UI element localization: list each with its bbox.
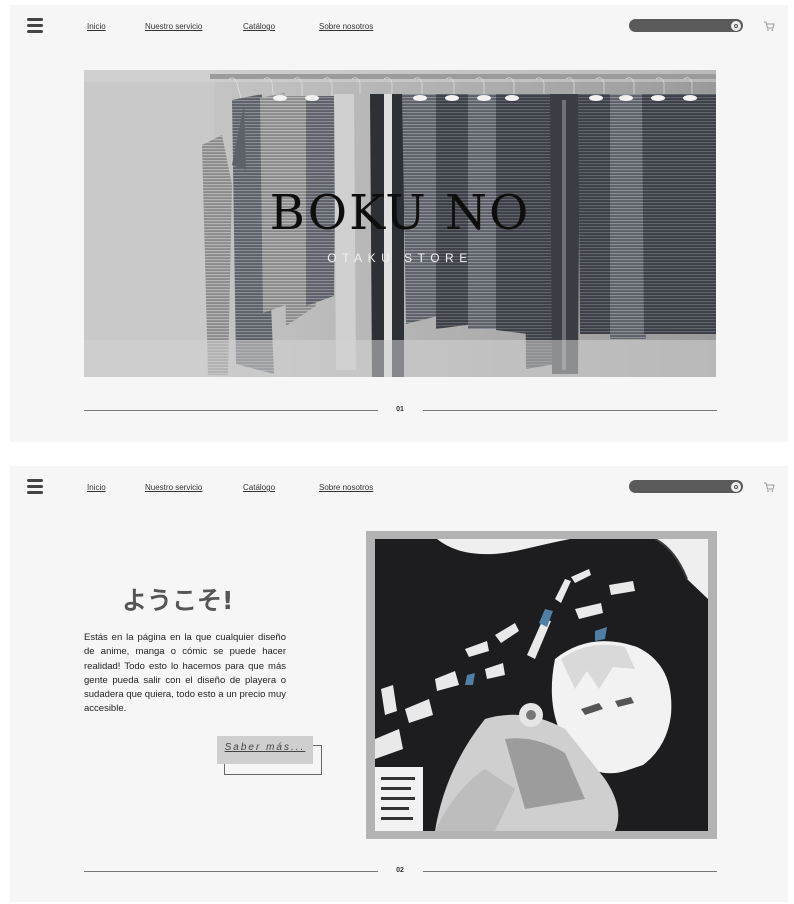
divider-left [84,410,378,411]
search-input[interactable] [637,481,722,492]
shopping-cart-icon[interactable] [763,481,775,493]
nav-link-servicio[interactable]: Nuestro servicio [145,483,202,492]
hero-title: BOKU NO [269,185,531,241]
nav-link-sobre-nosotros[interactable]: Sobre nosotros [319,483,373,492]
nav-link-inicio[interactable]: Inicio [87,483,106,492]
saber-mas-label: Saber más... [224,742,306,753]
welcome-description: Estás en la página en la que cualquier d… [84,632,286,715]
shopping-cart-icon[interactable] [763,20,775,32]
search-icon[interactable] [731,481,741,492]
welcome-section: Inicio Nuestro servicio Catálogo Sobre n… [10,466,788,902]
nav-link-sobre-nosotros[interactable]: Sobre nosotros [319,22,373,31]
search-input[interactable] [637,20,722,31]
nav-link-inicio[interactable]: Inicio [87,22,106,31]
hero-subtitle: OTAKU STORE [327,251,473,265]
nav-link-servicio[interactable]: Nuestro servicio [145,22,202,31]
product-frame [366,531,717,839]
page-number: 02 [396,867,404,874]
divider-right [423,410,717,411]
hero-banner: BOKU NO OTAKU STORE [84,70,716,377]
hamburger-menu-icon[interactable] [27,479,43,494]
nav-link-catalogo[interactable]: Catálogo [243,22,275,31]
nav-link-catalogo[interactable]: Catálogo [243,483,275,492]
search-bar [629,480,743,493]
hamburger-menu-icon[interactable] [27,18,43,33]
welcome-heading: ようこそ! [122,586,234,615]
search-bar [629,19,743,32]
search-icon[interactable] [731,20,741,31]
page-number: 01 [396,406,404,413]
saber-mas-button[interactable]: Saber más... [217,736,313,764]
anime-shirt-image [375,539,708,831]
divider-right [423,871,717,872]
divider-left [84,871,378,872]
hero-section: Inicio Nuestro servicio Catálogo Sobre n… [10,5,788,442]
